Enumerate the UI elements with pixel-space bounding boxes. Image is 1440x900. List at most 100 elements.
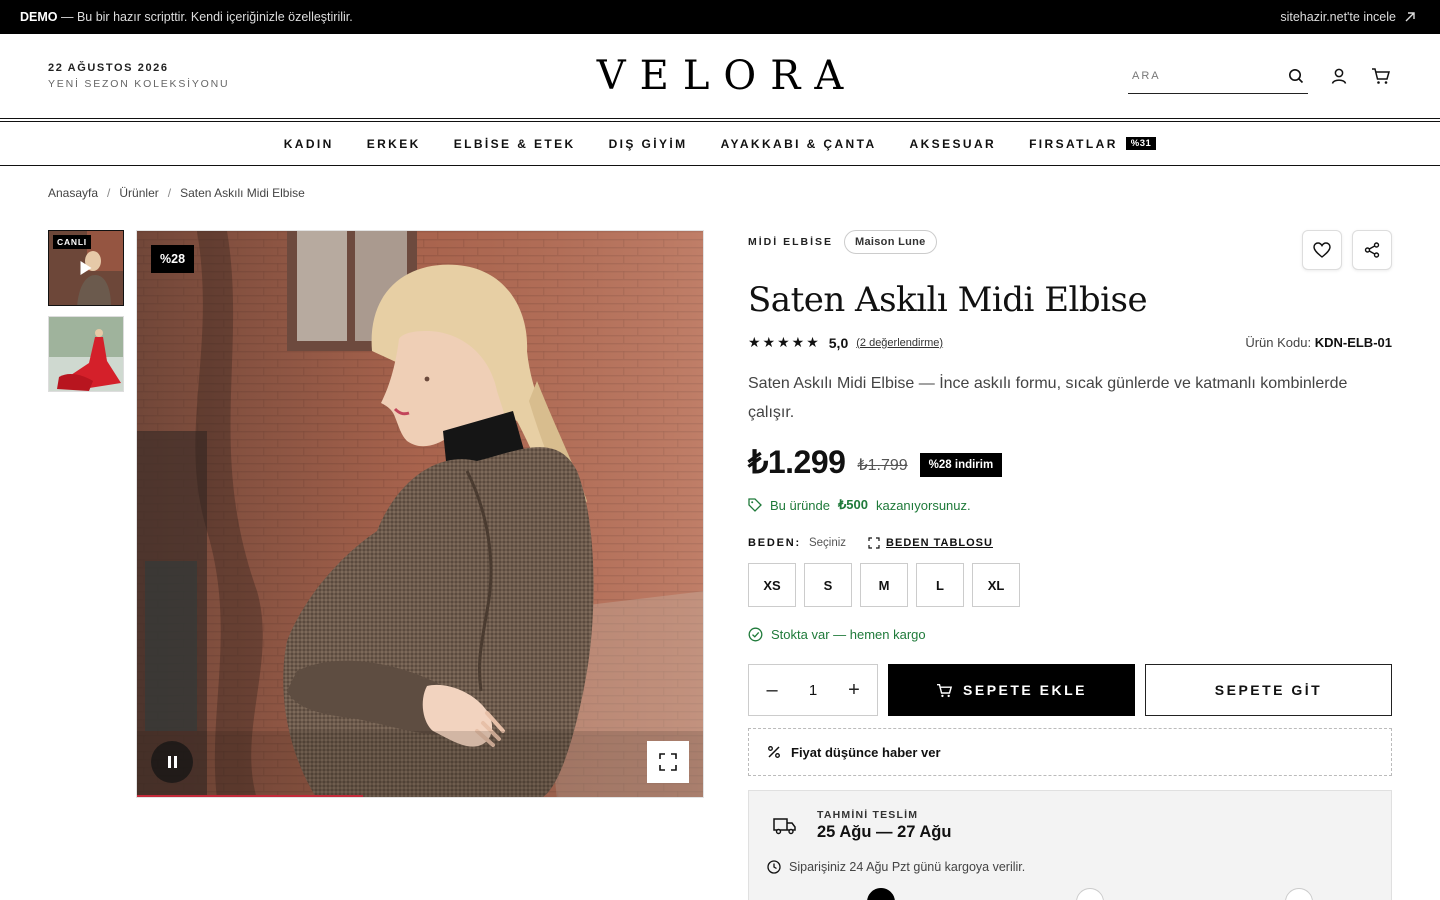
delivery-step-marker <box>1076 888 1104 900</box>
thumbnail-list: CANLI <box>48 230 124 900</box>
breadcrumb-current: Saten Askılı Midi Elbise <box>180 186 305 200</box>
percent-icon <box>768 746 780 758</box>
nav-item-ayakkabi-canta[interactable]: AYAKKABI & ÇANTA <box>721 137 877 151</box>
delivery-note: Siparişiniz 24 Ağu Pzt günü kargoya veri… <box>767 860 1373 874</box>
site-logo[interactable]: VELORA <box>583 53 857 99</box>
product-video-frame <box>137 231 703 797</box>
qty-value[interactable]: 1 <box>809 682 817 699</box>
main-nav: KADIN ERKEK ELBİSE & ETEK DIŞ GİYİM AYAK… <box>0 118 1440 166</box>
stock-text: Stokta var — hemen kargo <box>771 627 926 642</box>
sku-value: KDN-ELB-01 <box>1314 335 1392 350</box>
savings-row: Bu üründe ₺500 kazanıyorsunuz. <box>748 497 1392 513</box>
cart-icon <box>1372 68 1390 84</box>
fullscreen-icon <box>659 753 677 771</box>
header-date-block: 22 AĞUSTOS 2026 YENİ SEZON KOLEKSİYONU <box>48 62 229 90</box>
size-table-link[interactable]: BEDEN TABLOSU <box>868 537 993 549</box>
pause-button[interactable] <box>151 741 193 783</box>
thumbnail-red-dress[interactable] <box>48 316 124 392</box>
delivery-step-marker <box>1285 888 1313 900</box>
wishlist-button[interactable] <box>1302 230 1342 270</box>
product-category[interactable]: MİDİ ELBİSE <box>748 236 833 248</box>
demo-text: — Bu bir hazır scripttir. Kendi içeriğin… <box>57 10 353 24</box>
delivery-box: TAHMİNİ TESLİM 25 Ağu — 27 Ağu Siparişin… <box>748 790 1392 900</box>
size-option-m[interactable]: M <box>860 563 908 607</box>
nav-item-aksesuar[interactable]: AKSESUAR <box>910 137 997 151</box>
product-description: Saten Askılı Midi Elbise — İnce askılı f… <box>748 375 1348 421</box>
qty-increase-button[interactable]: + <box>845 679 863 702</box>
nav-item-elbise-etek[interactable]: ELBİSE & ETEK <box>454 137 576 151</box>
size-option-xl[interactable]: XL <box>972 563 1020 607</box>
breadcrumb-products[interactable]: Ürünler <box>119 186 158 200</box>
price-alert-button[interactable]: Fiyat düşünce haber ver <box>748 728 1392 776</box>
pause-icon <box>167 756 171 768</box>
quantity-stepper: – 1 + <box>748 664 878 716</box>
pause-icon <box>173 756 177 768</box>
breadcrumb-home[interactable]: Anasayfa <box>48 186 98 200</box>
demo-link[interactable]: sitehazir.net'te incele <box>1280 10 1416 24</box>
header-date: 22 AĞUSTOS 2026 <box>48 62 169 74</box>
nav-item-dis-giyim[interactable]: DIŞ GİYİM <box>609 137 688 151</box>
old-price: ₺1.799 <box>857 457 908 474</box>
product-gallery[interactable]: %28 <box>136 230 704 798</box>
delivery-text: TAHMİNİ TESLİM 25 Ağu — 27 Ağu <box>817 809 951 842</box>
reviews-link[interactable]: (2 değerlendirme) <box>856 337 943 349</box>
header-tools <box>1128 58 1392 94</box>
cart-icon <box>937 683 953 697</box>
search-input[interactable] <box>1132 69 1262 82</box>
sku-label: Ürün Kodu: <box>1245 335 1312 350</box>
savings-pre: Bu üründe <box>770 497 830 513</box>
rating-stars: ★★★★★ <box>748 334 821 350</box>
rating-value: 5,0 <box>828 334 849 351</box>
truck-icon <box>773 817 796 834</box>
current-price: ₺1.299 <box>748 444 846 480</box>
deals-badge: %31 <box>1125 137 1157 150</box>
demo-link-label[interactable]: sitehazir.net'te incele <box>1280 10 1396 24</box>
nav-item-firsatlar[interactable]: FIRSATLAR %31 <box>1029 137 1157 151</box>
video-progress-bar <box>137 795 364 797</box>
account-button[interactable] <box>1328 65 1350 87</box>
savings-amount: ₺500 <box>838 497 868 512</box>
user-icon <box>1331 68 1347 84</box>
size-option-l[interactable]: L <box>916 563 964 607</box>
arrow-up-right-icon <box>1405 12 1415 22</box>
share-button[interactable] <box>1352 230 1392 270</box>
breadcrumb-separator: / <box>167 186 172 200</box>
add-to-cart-label: SEPETE EKLE <box>963 682 1087 698</box>
delivery-step-marker <box>867 888 895 900</box>
price-row: ₺1.299 ₺1.799 %28 indirim <box>748 443 1392 481</box>
qty-decrease-button[interactable]: – <box>763 679 781 702</box>
delivery-header: TAHMİNİ TESLİM 25 Ağu — 27 Ağu <box>767 809 1373 842</box>
price-alert-label: Fiyat düşünce haber ver <box>791 744 941 760</box>
product-title: Saten Askılı Midi Elbise <box>748 280 1148 320</box>
delivery-label: TAHMİNİ TESLİM <box>817 809 919 821</box>
discount-tag: %28 indirim <box>919 453 1003 477</box>
size-option-s[interactable]: S <box>804 563 852 607</box>
size-label: BEDEN: <box>748 537 801 549</box>
go-to-cart-button[interactable]: SEPETE GİT <box>1145 664 1392 716</box>
thumbnail-video[interactable]: CANLI <box>48 230 124 306</box>
brand-pill[interactable]: Maison Lune <box>844 230 937 254</box>
add-to-cart-button[interactable]: SEPETE EKLE <box>888 664 1135 716</box>
delivery-steps <box>767 888 1373 900</box>
savings-post: kazanıyorsunuz. <box>875 497 971 513</box>
check-circle-icon <box>748 627 763 642</box>
demo-bar: DEMO — Bu bir hazır scripttir. Kendi içe… <box>0 0 1440 34</box>
nav-item-erkek[interactable]: ERKEK <box>367 137 421 151</box>
product-actions <box>1302 230 1392 270</box>
fullscreen-button[interactable] <box>647 741 689 783</box>
size-choose: Seçiniz <box>808 537 847 549</box>
rating-row: ★★★★★ 5,0 (2 değerlendirme) Ürün Kodu: K… <box>748 334 1392 351</box>
breadcrumb-separator: / <box>107 186 111 200</box>
nav-item-kadin[interactable]: KADIN <box>284 137 334 151</box>
delivery-dates: 25 Ağu — 27 Ağu <box>817 823 952 841</box>
play-icon <box>80 261 92 275</box>
search-icon[interactable] <box>1288 68 1304 84</box>
size-table-label[interactable]: BEDEN TABLOSU <box>886 537 993 549</box>
demo-tag: DEMO <box>20 10 58 24</box>
size-option-xs[interactable]: XS <box>748 563 796 607</box>
thumbnail-red-dress-image <box>49 317 123 391</box>
sku: Ürün Kodu: KDN-ELB-01 <box>1245 335 1392 350</box>
cart-button[interactable] <box>1370 65 1392 87</box>
site-header: 22 AĞUSTOS 2026 YENİ SEZON KOLEKSİYONU V… <box>0 34 1440 118</box>
product-info: MİDİ ELBİSE Maison Lune Saten Askılı Mid… <box>748 230 1392 900</box>
